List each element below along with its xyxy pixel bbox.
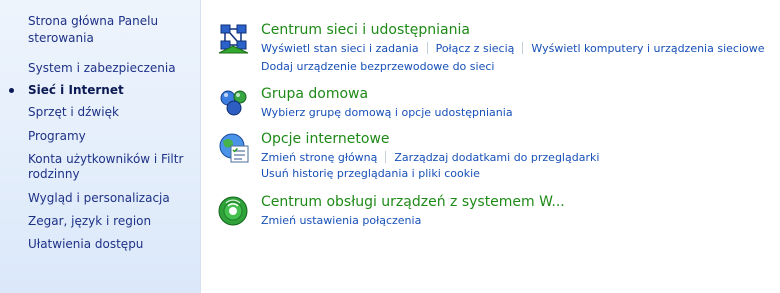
active-bullet-icon (9, 88, 14, 93)
homegroup-icon[interactable] (217, 86, 251, 120)
sidebar-item-appearance[interactable]: Wygląd i personalizacja (28, 191, 196, 206)
sidebar-item-programs[interactable]: Programy (28, 129, 196, 144)
link-separator (522, 42, 524, 54)
sidebar-item-security[interactable]: System i zabezpieczenia (28, 61, 196, 76)
delete-browsing-history-link[interactable]: Usuń historię przeglądania i pliki cooki… (261, 167, 480, 180)
internet-options-links-row1: Zmień stronę główną Zarządzaj dodatkami d… (261, 150, 599, 166)
sidebar-item-accessibility[interactable]: Ułatwienia dostępu (28, 237, 196, 252)
sidebar-item-accounts[interactable]: Konta użytkowników i Filtr rodzinny (28, 152, 196, 182)
internet-options-title[interactable]: Opcje internetowe (261, 131, 390, 148)
mobility-center-title[interactable]: Centrum obsługi urządzeń z systemem W... (261, 194, 565, 211)
connect-to-network-link[interactable]: Połącz z siecią (436, 42, 515, 55)
add-wireless-device-link[interactable]: Dodaj urządzenie bezprzewodowe do sieci (261, 60, 494, 73)
link-separator (426, 42, 428, 54)
network-sharing-title[interactable]: Centrum sieci i udostępniania (261, 22, 470, 39)
sidebar-category-list: System i zabezpieczenia Sieć i Internet … (9, 61, 196, 251)
internet-options-links-row2: Usuń historię przeglądania i pliki cooki… (261, 166, 480, 182)
navigation-sidebar: Strona główna Panelu sterowania System i… (0, 0, 201, 293)
internet-options-icon[interactable] (217, 131, 251, 165)
network-center-icon[interactable] (217, 22, 251, 56)
view-network-computers-link[interactable]: Wyświetl komputery i urządzenia sieciowe (531, 42, 764, 55)
view-network-status-link[interactable]: Wyświetl stan sieci i zadania (261, 42, 419, 55)
manage-browser-addons-link[interactable]: Zarządzaj dodatkami do przeglądarki (394, 151, 599, 164)
sidebar-home-link[interactable]: Strona główna Panelu sterowania (28, 13, 193, 47)
sidebar-item-clock-language[interactable]: Zegar, język i region (28, 214, 196, 229)
change-home-page-link[interactable]: Zmień stronę główną (261, 151, 377, 164)
network-sharing-links-row2: Dodaj urządzenie bezprzewodowe do sieci (261, 59, 494, 75)
choose-homegroup-options-link[interactable]: Wybierz grupę domową i opcje udostępnian… (261, 106, 513, 119)
sidebar-item-label: Sieć i Internet (28, 83, 124, 97)
homegroup-links: Wybierz grupę domową i opcje udostępnian… (261, 105, 513, 121)
link-separator (385, 151, 387, 163)
sidebar-item-network-active[interactable]: Sieć i Internet (9, 83, 196, 98)
change-connection-settings-link[interactable]: Zmień ustawienia połączenia (261, 214, 421, 227)
main-content: Centrum sieci i udostępniania Wyświetl s… (200, 0, 780, 293)
mobility-center-icon[interactable] (217, 194, 251, 228)
mobility-center-links: Zmień ustawienia połączenia (261, 213, 421, 229)
homegroup-title[interactable]: Grupa domowa (261, 86, 368, 103)
network-sharing-links-row1: Wyświetl stan sieci i zadania Połącz z si… (261, 41, 765, 57)
sidebar-item-hardware[interactable]: Sprzęt i dźwięk (28, 105, 196, 120)
